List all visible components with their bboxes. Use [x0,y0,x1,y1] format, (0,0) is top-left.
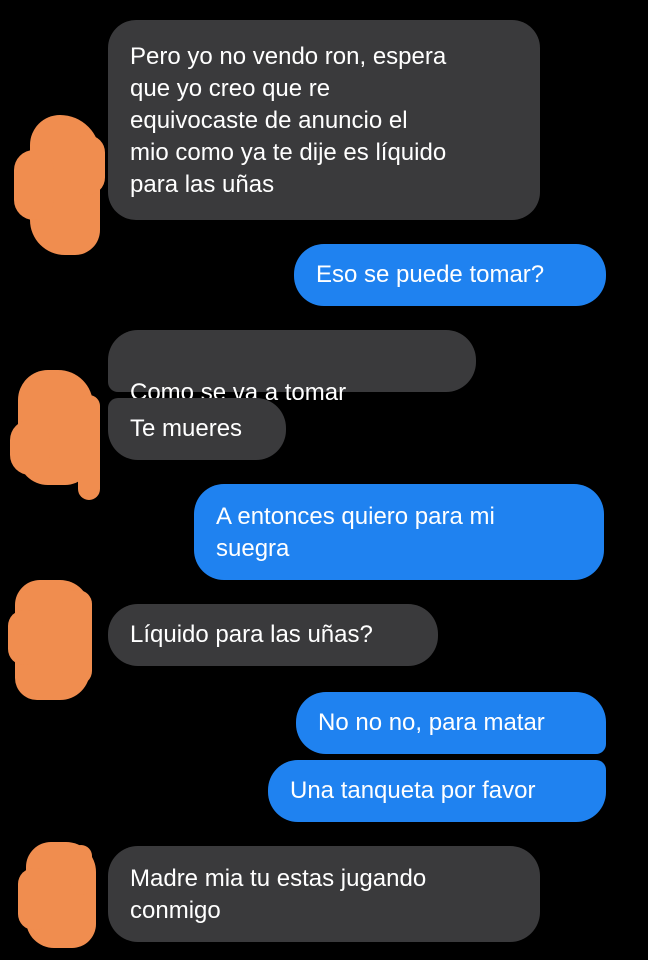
incoming-message[interactable]: Te mueres [108,398,286,460]
outgoing-message[interactable]: Eso se puede tomar? [294,244,606,306]
chat-thread: Pero yo no vendo ron, espera que yo creo… [0,0,648,960]
incoming-message[interactable]: Líquido para las uñas? [108,604,438,666]
outgoing-message[interactable]: A entonces quiero para mi suegra [194,484,604,580]
outgoing-message[interactable]: No no no, para matar [296,692,606,754]
incoming-message[interactable]: Pero yo no vendo ron, espera que yo creo… [108,20,540,220]
outgoing-message[interactable]: Una tanqueta por favor [268,760,606,822]
incoming-message[interactable]: Madre mia tu estas jugando conmigo [108,846,540,942]
incoming-message[interactable]: Como se va a tomar [108,330,476,436]
